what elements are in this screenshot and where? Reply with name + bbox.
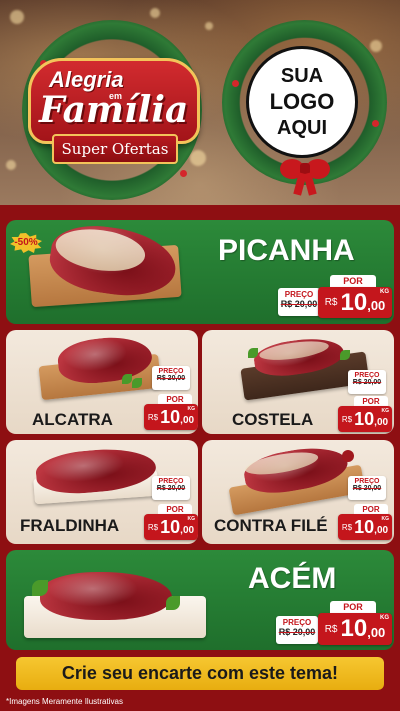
product-name: PICANHA	[218, 234, 355, 267]
unit-label: KG	[380, 289, 389, 295]
bokeh-light	[6, 160, 16, 170]
old-price-label: PREÇO	[284, 290, 314, 299]
herb-garnish	[166, 596, 180, 610]
price-cents: ,00	[367, 625, 386, 640]
old-price-box: PREÇO R$ 20,00	[348, 476, 386, 500]
herb-garnish	[122, 374, 132, 384]
berry-decoration	[232, 80, 239, 87]
fat-cap	[258, 337, 330, 364]
old-price-label: PREÇO	[282, 618, 312, 627]
old-price-value: R$ 20,00	[278, 627, 316, 637]
currency-label: R$	[341, 522, 353, 532]
bokeh-light	[205, 22, 213, 30]
product-name: ALCATRA	[32, 410, 113, 429]
herb-garnish	[132, 378, 142, 388]
new-price-box: R$ 10 ,00 KG	[318, 287, 392, 318]
herb-garnish	[340, 350, 350, 360]
price-cents: ,00	[374, 417, 389, 428]
new-price-box: R$ 10 ,00 KG	[144, 404, 198, 430]
product-card-alcatra[interactable]: ALCATRA PREÇO R$ 20,00 POR R$ 10 ,00 KG	[6, 330, 198, 434]
price-cents: ,00	[180, 415, 195, 426]
currency-label: R$	[324, 623, 338, 635]
price-cents: ,00	[374, 525, 389, 536]
new-price-box: R$ 10 ,00 KG	[144, 514, 198, 540]
product-card-contra-file[interactable]: CONTRA FILÉ PREÇO R$ 20,00 POR R$ 10 ,00…	[202, 440, 394, 544]
your-logo-line-2: LOGO	[269, 89, 335, 114]
product-card-acem[interactable]: ACÉM PREÇO R$ 20,00 POR R$ 10 ,00 KG	[6, 550, 394, 650]
currency-label: R$	[341, 414, 353, 424]
price-integer: 10	[354, 408, 375, 429]
new-price-box: R$ 10 ,00 KG	[318, 613, 392, 645]
product-card-fraldinha[interactable]: FRALDINHA PREÇO R$ 20,00 POR R$ 10 ,00 K…	[6, 440, 198, 544]
fat-cap	[243, 448, 320, 479]
logo-line-2: Família	[39, 89, 189, 131]
herb-garnish	[248, 348, 258, 358]
old-price-value: R$ 20,00	[352, 379, 382, 386]
currency-label: R$	[147, 412, 159, 422]
old-price-label: PREÇO	[354, 478, 380, 485]
product-name: CONTRA FILÉ	[214, 516, 328, 535]
currency-label: R$	[147, 522, 159, 532]
red-bow-icon	[280, 155, 330, 196]
price-cents: ,00	[180, 525, 195, 536]
product-name: FRALDINHA	[20, 516, 120, 535]
unit-label: KG	[187, 406, 196, 412]
berry-decoration	[372, 120, 379, 127]
unit-label: KG	[381, 408, 390, 414]
old-price-value: R$ 20,00	[156, 375, 186, 382]
price-integer: 10	[160, 406, 181, 427]
bokeh-light	[370, 40, 382, 52]
old-price-value: R$ 20,00	[280, 299, 318, 309]
old-price-label: PREÇO	[158, 478, 184, 485]
your-logo-line-1: SUA	[280, 65, 324, 87]
old-price-box: PREÇO R$ 20,00	[276, 616, 318, 644]
your-logo-line-3: AQUI	[277, 117, 327, 139]
new-price-box: R$ 10 ,00 KG	[338, 514, 392, 540]
logo-subtitle: Super Ofertas	[52, 134, 178, 164]
old-price-box: PREÇO R$ 20,00	[152, 366, 190, 390]
old-price-box: PREÇO R$ 20,00	[278, 288, 320, 316]
old-price-label: PREÇO	[354, 372, 380, 379]
price-integer: 10	[354, 516, 375, 537]
brand-logo: Alegria em Família Super Ofertas	[28, 58, 200, 178]
disclaimer-text: *Imagens Meramente Ilustrativas	[6, 697, 123, 706]
old-price-value: R$ 20,00	[352, 485, 382, 492]
unit-label: KG	[381, 516, 390, 522]
product-card-picanha[interactable]: PICANHA PREÇO R$ 20,00 POR R$ 10 ,00 KG	[6, 220, 394, 324]
old-price-label: PREÇO	[158, 368, 184, 375]
old-price-box: PREÇO R$ 20,00	[348, 370, 386, 394]
fat-cap	[53, 224, 148, 277]
product-name: ACÉM	[248, 562, 337, 595]
your-logo-placeholder[interactable]: SUA LOGO AQUI	[246, 46, 358, 158]
old-price-value: R$ 20,00	[156, 485, 186, 492]
old-price-box: PREÇO R$ 20,00	[152, 476, 190, 500]
bokeh-light	[150, 8, 160, 18]
price-integer: 10	[340, 288, 368, 316]
unit-label: KG	[187, 516, 196, 522]
meat-image	[40, 572, 172, 620]
new-price-box: R$ 10 ,00 KG	[338, 406, 392, 432]
unit-label: KG	[380, 615, 389, 621]
logo-title-plate: Alegria em Família	[28, 58, 200, 144]
price-integer: 10	[340, 615, 368, 642]
bokeh-light	[10, 10, 24, 24]
cta-button[interactable]: Crie seu encarte com este tema!	[16, 657, 384, 690]
price-cents: ,00	[367, 298, 386, 313]
price-integer: 10	[160, 516, 181, 537]
tomato-garnish	[342, 450, 354, 462]
product-card-costela[interactable]: COSTELA PREÇO R$ 20,00 POR R$ 10 ,00 KG	[202, 330, 394, 434]
currency-label: R$	[324, 297, 338, 308]
product-name: COSTELA	[232, 410, 314, 429]
header-banner: Alegria em Família Super Ofertas SUA LOG…	[0, 0, 400, 205]
herb-garnish	[32, 580, 48, 596]
